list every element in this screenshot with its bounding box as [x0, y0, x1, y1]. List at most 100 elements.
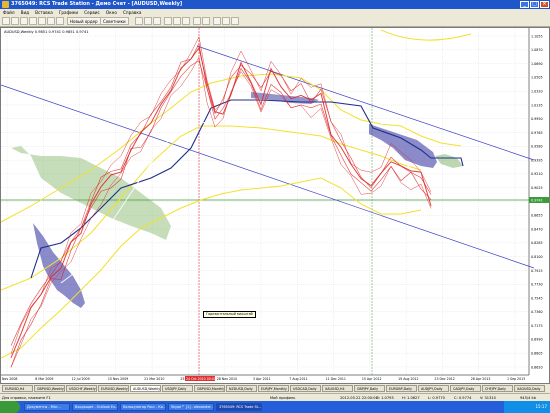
taskbar-item[interactable]: Документы - Micr...: [24, 403, 70, 411]
price-label: 1.0870: [531, 48, 543, 52]
date-label: 1 Sep 2013: [507, 377, 525, 381]
close-button[interactable]: ×: [540, 1, 549, 8]
date-label: 28 Apr 2013: [471, 377, 491, 381]
date-label: 12 Jul 2009: [72, 377, 90, 381]
templates-icon[interactable]: [231, 17, 239, 25]
tile-windows-icon[interactable]: [182, 17, 190, 25]
zoom-in-icon[interactable]: [164, 17, 172, 25]
chart-tab[interactable]: USDCAD,Daily: [290, 385, 321, 392]
price-chart[interactable]: 1.1055 1.0870 1.0690 1.0505 1.0320 1.0135 0.99…: [1, 28, 549, 383]
price-label: 0.9210: [531, 172, 543, 176]
price-label: 0.9580: [531, 145, 543, 149]
navigator-icon[interactable]: [38, 17, 46, 25]
market-watch-icon[interactable]: [20, 17, 28, 25]
price-label: 0.6990: [531, 338, 543, 342]
price-label: 0.9025: [531, 186, 543, 190]
window-title: 3765049: RCS Trade Station - Демо Счет -…: [11, 1, 183, 7]
price-label: 0.8655: [531, 214, 543, 218]
menu-view[interactable]: Вид: [18, 9, 33, 16]
chart-tab[interactable]: GBPUSD,Monthly: [194, 385, 225, 392]
indicator-label: AUDUSD,Weekly 0.9851 0.9741 0.9851 0.974…: [4, 30, 89, 34]
chart-tab[interactable]: AUDUSD,Weekly: [130, 385, 161, 392]
new-chart-icon[interactable]: [2, 17, 10, 25]
price-line: [10, 60, 432, 368]
ichimoku-cloud-bull: [435, 154, 463, 168]
menu-insert[interactable]: Вставка: [32, 9, 56, 16]
zoom-out-icon[interactable]: [173, 17, 181, 25]
chart-tab[interactable]: EURJPY,Monthly: [258, 385, 289, 392]
price-label: 0.7730: [531, 283, 543, 287]
candle-chart-icon[interactable]: [144, 17, 152, 25]
menu-window[interactable]: Окно: [103, 9, 120, 16]
chart-tab[interactable]: GBPUSD,Weekly: [34, 385, 65, 392]
chart-shift-icon[interactable]: [202, 17, 210, 25]
price-label: 0.8285: [531, 241, 543, 245]
taskbar-item[interactable]: Входящие - Outlook Ex...: [72, 403, 118, 411]
price-label: 1.0690: [531, 62, 543, 66]
price-label: 0.9765: [531, 131, 543, 135]
date-label: 8 Mar 2009: [35, 377, 53, 381]
date-label: 15 Apr 2012: [362, 377, 382, 381]
date-label: 3 Apr 2011: [253, 377, 271, 381]
new-order-button[interactable]: Новый ордер: [67, 17, 101, 25]
chart-tab[interactable]: GBPJPY,Daily: [354, 385, 385, 392]
chart-tab[interactable]: EURGBP,Daily: [386, 385, 417, 392]
price-label: 1.0505: [531, 76, 543, 80]
current-price-label: 0.9741: [531, 199, 543, 203]
line-chart-icon[interactable]: [153, 17, 161, 25]
date-label: 7 Aug 2011: [289, 377, 307, 381]
experts-button[interactable]: Советники: [100, 17, 129, 25]
chart-tab[interactable]: USDJPY,Daily: [162, 385, 193, 392]
chart-tab[interactable]: EURUSD,Weekly: [98, 385, 129, 392]
price-label: 0.7545: [531, 296, 543, 300]
date-label: 11 Dec 2011: [326, 377, 346, 381]
chart-tab[interactable]: XAUUSD,H4: [322, 385, 353, 392]
price-label: 0.7915: [531, 269, 543, 273]
periods-icon[interactable]: [222, 17, 230, 25]
chart-tab[interactable]: AUDJPY,Daily: [418, 385, 449, 392]
chart-tab[interactable]: NZDUSD,Daily: [226, 385, 257, 392]
price-label: 0.7360: [531, 310, 543, 314]
chart-tab[interactable]: USDCHF,Weekly: [66, 385, 97, 392]
price-label: 0.9950: [531, 117, 543, 121]
price-label: 0.6620: [531, 365, 543, 369]
chart-tab[interactable]: XAGUSD,Daily: [514, 385, 545, 392]
price-label: 0.9395: [531, 158, 543, 162]
date-marker-label: 24 Oct 2010 00:00: [186, 377, 216, 381]
data-window-icon[interactable]: [29, 17, 37, 25]
toolbar: Новый ордер Советники: [0, 16, 550, 27]
price-label: 1.1055: [531, 34, 543, 38]
menu-file[interactable]: Файл: [0, 9, 18, 16]
price-label: 0.7175: [531, 324, 543, 328]
system-tray: 15:17: [504, 401, 550, 413]
date-label: 19 Aug 2012: [398, 377, 418, 381]
indicators-icon[interactable]: [213, 17, 221, 25]
taskbar-item[interactable]: Калькулятор Росс - Ко...: [120, 403, 166, 411]
tester-icon[interactable]: [56, 17, 64, 25]
bar-chart-icon[interactable]: [135, 17, 143, 25]
date-label: 21 Mar 2010: [144, 377, 164, 381]
chart-tab[interactable]: CHFJPY,Daily: [482, 385, 513, 392]
menu-help[interactable]: Справка: [120, 9, 144, 16]
terminal-icon[interactable]: [47, 17, 55, 25]
price-label: 0.8100: [531, 255, 543, 259]
profiles-icon[interactable]: [11, 17, 19, 25]
chart-tab[interactable]: CADJPY,Daily: [450, 385, 481, 392]
price-label: 1.0320: [531, 89, 543, 93]
date-label: 28 Nov 2010: [217, 377, 237, 381]
minimize-button[interactable]: _: [520, 1, 529, 8]
app-icon: [2, 1, 9, 8]
menu-tools[interactable]: Сервис: [81, 9, 103, 16]
menu-charts[interactable]: Графики: [56, 9, 81, 16]
chart-tab[interactable]: EURUSD,H4: [2, 385, 33, 392]
clock: 15:17: [535, 404, 547, 409]
maximize-button[interactable]: □: [530, 1, 539, 8]
menu-bar: Файл Вид Вставка Графики Сервис Окно Спр…: [0, 9, 550, 16]
taskbar-item[interactable]: Skype™ [1] - alexander...: [168, 403, 214, 411]
auto-scroll-icon[interactable]: [193, 17, 201, 25]
taskbar-item[interactable]: 3765049: RCS Trade St...: [216, 403, 262, 411]
chart-window[interactable]: 1.1055 1.0870 1.0690 1.0505 1.0320 1.0135 0.99…: [0, 27, 550, 384]
bollinger-upper: [380, 29, 472, 41]
start-button[interactable]: [0, 401, 20, 413]
chart-tabs: EURUSD,H4 GBPUSD,Weekly USDCHF,Weekly EURUS…: [0, 384, 550, 393]
